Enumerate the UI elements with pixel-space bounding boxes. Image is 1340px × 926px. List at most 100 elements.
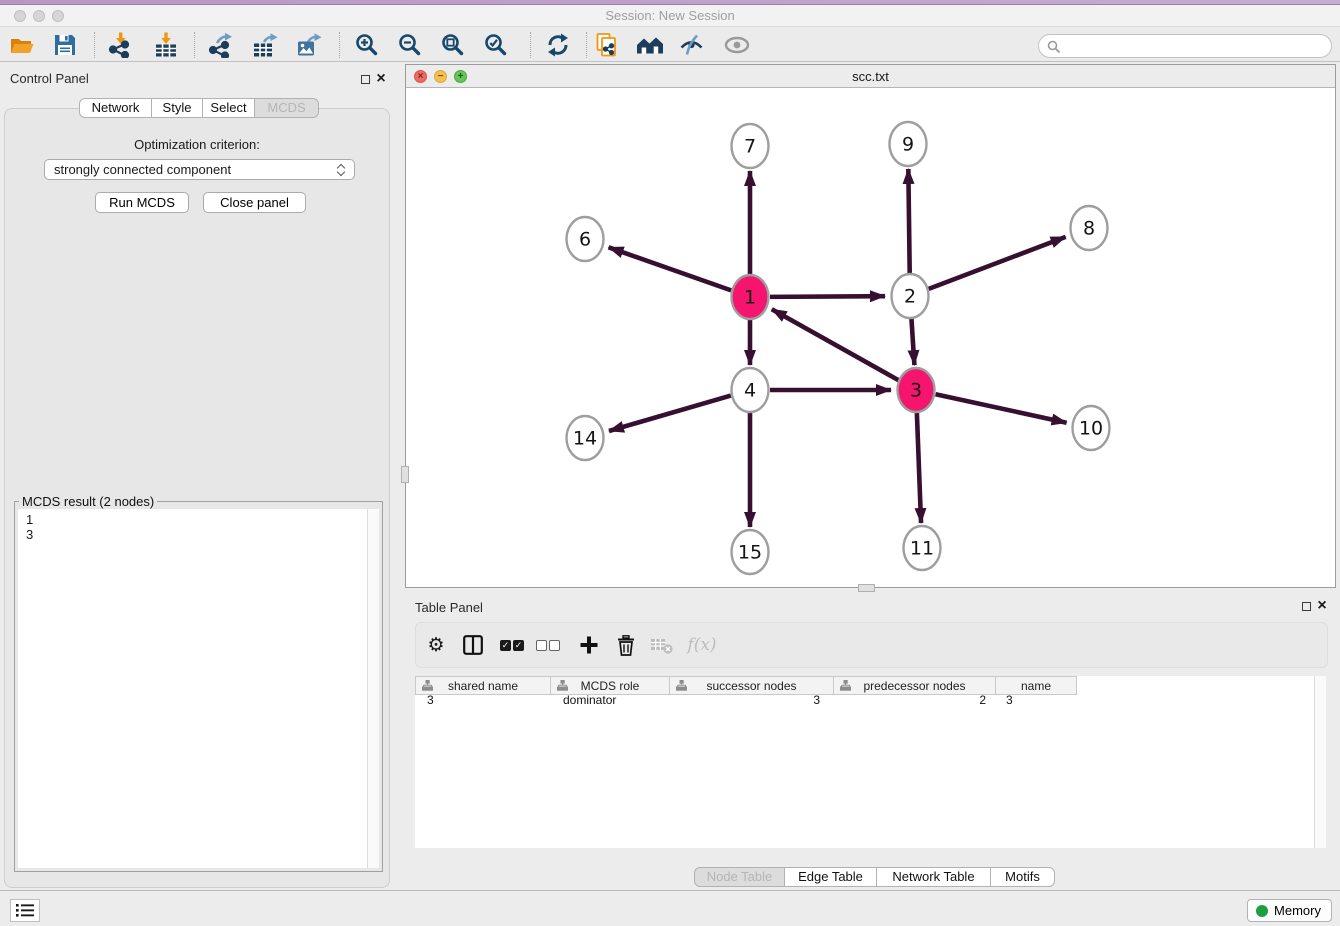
graph-node-label-2: 2: [904, 286, 916, 308]
table-toolbar: ⚙ ✓✓: [415, 622, 1328, 668]
import-network-button[interactable]: [101, 29, 139, 61]
graph-edge-2-9[interactable]: [908, 169, 909, 276]
panel-splitter-handle[interactable]: [401, 466, 409, 483]
tab-motifs[interactable]: Motifs: [990, 867, 1055, 887]
save-session-button[interactable]: [46, 29, 84, 61]
network-from-file-button[interactable]: [588, 29, 626, 61]
mcds-result-area[interactable]: 1 3: [18, 509, 379, 868]
tree-icon: [422, 680, 433, 691]
export-network-icon: [207, 32, 233, 58]
tab-network[interactable]: Network: [79, 98, 152, 118]
main-toolbar: [0, 27, 1340, 62]
column-header-mcds-role[interactable]: MCDS role: [551, 676, 670, 695]
zoom-selected-icon: [483, 32, 509, 58]
tree-icon: [676, 680, 687, 691]
tab-style[interactable]: Style: [151, 98, 203, 118]
show-graphics-details-button[interactable]: [718, 29, 756, 61]
trash-icon: [617, 635, 636, 656]
app-titlebar: Session: New Session: [0, 5, 1340, 27]
column-label: successor nodes: [706, 679, 796, 693]
function-builder-button[interactable]: f(x): [687, 623, 716, 667]
zoom-fit-button[interactable]: [434, 29, 472, 61]
hide-panels-button[interactable]: [673, 29, 711, 61]
toolbar-separator: [94, 32, 95, 58]
graph-node-label-4: 4: [744, 380, 756, 402]
graph-edge-1-2[interactable]: [770, 296, 885, 297]
panel-splitter-handle[interactable]: [858, 584, 875, 592]
export-table-button[interactable]: [246, 29, 284, 61]
column-header-successor-nodes[interactable]: successor nodes: [670, 676, 834, 695]
tab-node-table[interactable]: Node Table: [694, 867, 785, 887]
import-table-button[interactable]: [147, 29, 185, 61]
delete-table-button[interactable]: [651, 623, 674, 667]
refresh-layout-button[interactable]: [539, 29, 577, 61]
refresh-icon: [545, 32, 571, 58]
tab-edge-table[interactable]: Edge Table: [784, 867, 877, 887]
memory-label: Memory: [1274, 903, 1321, 918]
deselect-all-button[interactable]: [536, 623, 560, 667]
tab-mcds[interactable]: MCDS: [254, 98, 319, 118]
mcds-result-title: MCDS result (2 nodes): [19, 494, 157, 509]
node-table: shared name MCDS role successor nodes pr…: [415, 676, 1326, 848]
application-window: Session: New Session: [0, 0, 1340, 926]
open-session-button[interactable]: [3, 29, 41, 61]
float-panel-icon[interactable]: [357, 72, 373, 86]
network-window-titlebar[interactable]: × − + scc.txt: [406, 65, 1335, 88]
home-icon: [636, 32, 664, 58]
zoom-selected-button[interactable]: [477, 29, 515, 61]
toolbar-separator: [339, 32, 340, 58]
delete-table-icon: [651, 636, 674, 655]
zoom-in-button[interactable]: [348, 29, 386, 61]
home-button[interactable]: [631, 29, 669, 61]
delete-column-button[interactable]: [617, 623, 636, 667]
graph-edge-3-11[interactable]: [917, 410, 921, 523]
column-label: shared name: [448, 679, 518, 693]
network-graph[interactable]: 1234678910111415: [406, 88, 1335, 588]
task-history-button[interactable]: [10, 899, 40, 922]
zoom-out-button[interactable]: [391, 29, 429, 61]
column-label: predecessor nodes: [863, 679, 965, 693]
function-icon: f(x): [687, 635, 716, 655]
graph-edge-2-3[interactable]: [911, 316, 914, 365]
import-network-icon: [107, 32, 133, 58]
graph-node-label-11: 11: [910, 538, 934, 560]
close-table-panel-icon[interactable]: ×: [1314, 599, 1330, 613]
select-all-button[interactable]: ✓✓: [500, 623, 524, 667]
criterion-select[interactable]: strongly connected component: [44, 159, 355, 180]
tab-network-table[interactable]: Network Table: [876, 867, 991, 887]
tree-icon: [557, 680, 568, 691]
graph-node-label-9: 9: [902, 134, 914, 156]
graph-edge-4-14[interactable]: [609, 396, 731, 431]
graph-edge-3-10[interactable]: [936, 394, 1067, 422]
toolbar-separator: [586, 32, 587, 58]
graph-node-label-15: 15: [738, 542, 762, 564]
export-image-button[interactable]: [290, 29, 328, 61]
graph-edge-3-1[interactable]: [772, 309, 899, 380]
show-columns-button[interactable]: [463, 623, 483, 667]
import-table-icon: [153, 32, 179, 58]
result-scrollbar[interactable]: [367, 509, 379, 868]
column-header-predecessor-nodes[interactable]: predecessor nodes: [834, 676, 996, 695]
zoom-in-icon: [354, 32, 380, 58]
add-column-button[interactable]: [580, 623, 598, 667]
graph-edge-2-8[interactable]: [929, 237, 1066, 289]
graph-edge-1-6[interactable]: [609, 247, 732, 290]
export-network-button[interactable]: [201, 29, 239, 61]
network-view-window: × − + scc.txt 1234678910111415: [405, 64, 1336, 588]
run-mcds-button[interactable]: Run MCDS: [95, 192, 189, 213]
close-panel-button[interactable]: Close panel: [203, 192, 306, 213]
memory-button[interactable]: Memory: [1247, 899, 1332, 922]
table-mode-button[interactable]: ⚙: [427, 623, 444, 667]
search-input[interactable]: [1065, 36, 1323, 56]
column-header-name[interactable]: name: [996, 676, 1077, 695]
table-scrollbar[interactable]: [1314, 676, 1326, 848]
status-bar: Memory: [0, 890, 1340, 926]
column-header-shared-name[interactable]: shared name: [415, 676, 551, 695]
graph-node-label-3: 3: [910, 380, 922, 402]
graph-node-label-8: 8: [1083, 218, 1095, 240]
save-floppy-icon: [53, 33, 77, 57]
close-panel-icon[interactable]: ×: [373, 72, 389, 86]
float-table-panel-icon[interactable]: [1298, 599, 1314, 613]
tab-select[interactable]: Select: [202, 98, 255, 118]
checked-boxes-icon: ✓✓: [500, 640, 524, 651]
